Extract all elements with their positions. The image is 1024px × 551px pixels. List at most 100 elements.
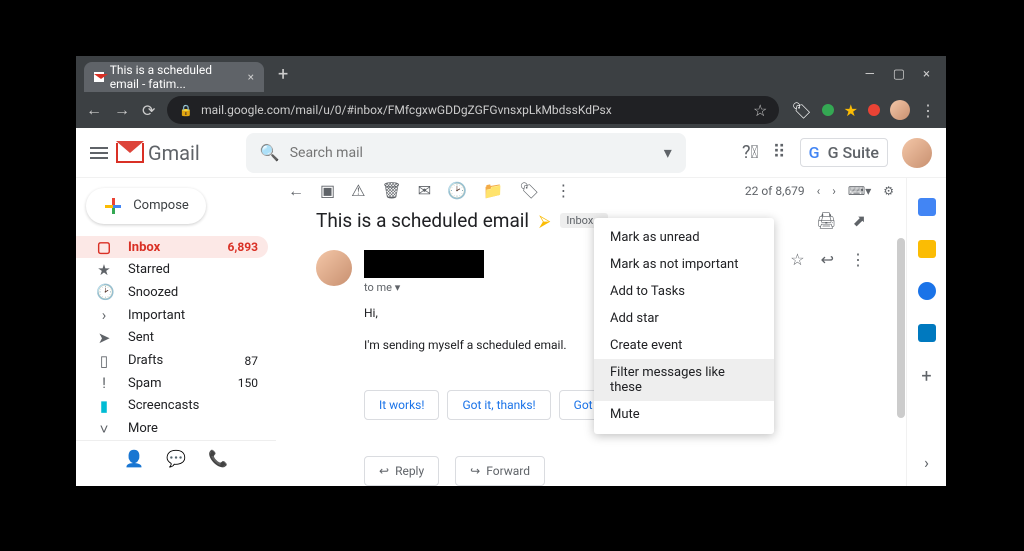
minimize-button[interactable]: — <box>865 67 875 82</box>
menu-mark-not-important[interactable]: Mark as not important <box>594 251 774 278</box>
spam-count: 150 <box>238 376 258 390</box>
menu-filter-messages[interactable]: Filter messages like these <box>594 359 774 401</box>
report-spam-icon[interactable]: ⚠ <box>351 181 365 200</box>
window-controls: — ▢ × <box>865 67 938 82</box>
important-marker-icon[interactable]: ⮚ <box>539 211 550 231</box>
bookmark-star-icon[interactable]: ☆ <box>753 101 767 120</box>
calendar-addon-icon[interactable] <box>918 198 936 216</box>
gmail-logo[interactable]: Gmail <box>116 141 200 165</box>
tab-bar: This is a scheduled email - fatim... × +… <box>76 56 946 92</box>
sidebar-item-important[interactable]: › Important <box>76 304 268 327</box>
labels-icon[interactable]: 🏷 <box>519 181 539 200</box>
sidebar-item-screencasts[interactable]: ▮Screencasts <box>76 395 268 418</box>
toolbar: ← ▣ ⚠ 🗑 ✉ 🕑 📁 🏷 ⋮ 22 of 8,679 ‹ <box>276 178 906 203</box>
back-to-inbox-icon[interactable]: ← <box>288 181 304 201</box>
move-to-icon[interactable]: 📁 <box>483 181 503 200</box>
sidebar-item-drafts[interactable]: ▯Drafts87 <box>76 349 268 372</box>
sent-icon: ➤ <box>96 329 112 347</box>
ext-star-icon[interactable]: ★ <box>844 101 858 120</box>
input-tools-icon[interactable]: ⌨▾ <box>848 184 871 198</box>
back-button[interactable]: ← <box>86 100 102 120</box>
message-actions: ☆ ↩ ⋮ <box>790 250 866 269</box>
app-body: Compose ▢Inbox6,893 ★Starred 🕑Snoozed ›I… <box>76 178 946 486</box>
url-field[interactable]: 🔒 mail.google.com/mail/u/0/#inbox/FMfcgx… <box>167 96 779 124</box>
apps-grid-icon[interactable]: ⠿ <box>772 142 785 163</box>
menu-add-tasks[interactable]: Add to Tasks <box>594 278 774 305</box>
gmail-logo-text: Gmail <box>148 141 200 165</box>
sidebar-item-sent[interactable]: ➤Sent <box>76 326 268 349</box>
reload-button[interactable]: ⟳ <box>142 101 155 120</box>
tab-close-icon[interactable]: × <box>248 70 254 84</box>
ext-red-icon[interactable] <box>868 104 880 116</box>
menu-add-star[interactable]: Add star <box>594 305 774 332</box>
main-menu-button[interactable] <box>90 147 108 159</box>
compose-button[interactable]: Compose <box>86 188 206 224</box>
phone-icon[interactable]: 📞 <box>208 449 228 468</box>
delete-icon[interactable]: 🗑 <box>381 181 401 200</box>
keep-addon-icon[interactable] <box>918 240 936 258</box>
browser-tab[interactable]: This is a scheduled email - fatim... × <box>84 62 264 92</box>
gsuite-text: G Suite <box>828 143 879 162</box>
important-label: Important <box>128 308 185 323</box>
important-icon: › <box>96 306 112 324</box>
inbox-label: Inbox <box>128 240 160 255</box>
smart-reply-2[interactable]: Got it, thanks! <box>447 390 550 420</box>
gmail-favicon <box>94 72 104 82</box>
next-page-icon[interactable]: › <box>832 184 836 198</box>
hangouts-icon[interactable]: 💬 <box>166 449 186 468</box>
reply-icon[interactable]: ↩ <box>821 250 834 269</box>
star-message-icon[interactable]: ☆ <box>790 250 804 269</box>
sidebar-item-inbox[interactable]: ▢Inbox6,893 <box>76 236 268 259</box>
lock-icon: 🔒 <box>179 104 193 117</box>
subject-actions: 🖨 ⬈ <box>816 211 866 230</box>
sidebar-item-more[interactable]: ˅More <box>76 417 268 440</box>
tasks-addon-icon[interactable] <box>918 282 936 300</box>
reply-forward-row: ↩Reply ↪Forward <box>364 442 866 486</box>
sidebar-item-snoozed[interactable]: 🕑Snoozed <box>76 281 268 304</box>
mark-unread-icon[interactable]: ✉ <box>418 181 431 200</box>
inbox-icon: ▢ <box>96 238 112 256</box>
message-area: This is a scheduled email ⮚ Inbox × 🖨 ⬈ … <box>276 203 906 486</box>
contacts-icon[interactable]: 👤 <box>124 449 144 468</box>
search-icon: 🔍 <box>260 143 280 162</box>
side-panel-toggle-icon[interactable]: › <box>924 453 929 486</box>
app-header: Gmail 🔍 ▾ ?⃝ ⠿ G G Suite <box>76 128 946 178</box>
more-actions-icon[interactable]: ⋮ <box>555 181 571 200</box>
reply-button[interactable]: ↩Reply <box>364 456 439 486</box>
browser-menu-icon[interactable]: ⋮ <box>920 101 936 120</box>
ext-tag-icon[interactable]: 🏷 <box>791 101 811 120</box>
menu-create-event[interactable]: Create event <box>594 332 774 359</box>
profile-avatar[interactable] <box>890 100 910 120</box>
sidebar-item-spam[interactable]: !Spam150 <box>76 372 268 395</box>
sidebar-item-starred[interactable]: ★Starred <box>76 258 268 281</box>
open-new-window-icon[interactable]: ⬈ <box>853 211 866 230</box>
account-avatar[interactable] <box>902 138 932 168</box>
settings-icon[interactable]: ⚙ <box>883 184 894 198</box>
scrollbar[interactable] <box>897 238 905 418</box>
snooze-icon[interactable]: 🕑 <box>447 181 467 200</box>
gsuite-badge[interactable]: G G Suite <box>800 138 888 167</box>
forward-button[interactable]: → <box>114 100 130 120</box>
smart-reply-1[interactable]: It works! <box>364 390 439 420</box>
new-tab-button[interactable]: + <box>278 64 288 85</box>
trello-addon-icon[interactable] <box>918 324 936 342</box>
help-icon[interactable]: ?⃝ <box>742 142 759 163</box>
sender-name-redacted <box>364 250 484 278</box>
search-box[interactable]: 🔍 ▾ <box>246 133 686 173</box>
ext-green-icon[interactable] <box>822 104 834 116</box>
sidebar: Compose ▢Inbox6,893 ★Starred 🕑Snoozed ›I… <box>76 178 276 486</box>
prev-page-icon[interactable]: ‹ <box>817 184 821 198</box>
archive-icon[interactable]: ▣ <box>320 181 335 200</box>
add-addon-icon[interactable]: + <box>921 366 931 387</box>
maximize-button[interactable]: ▢ <box>893 67 905 82</box>
forward-button[interactable]: ↪Forward <box>455 456 545 486</box>
close-button[interactable]: × <box>923 67 930 82</box>
search-input[interactable] <box>290 145 664 161</box>
browser-window: This is a scheduled email - fatim... × +… <box>76 56 946 486</box>
search-options-icon[interactable]: ▾ <box>664 143 672 162</box>
message-more-icon[interactable]: ⋮ <box>850 250 866 269</box>
print-icon[interactable]: 🖨 <box>816 211 836 230</box>
menu-mark-unread[interactable]: Mark as unread <box>594 224 774 251</box>
starred-label: Starred <box>128 262 170 277</box>
menu-mute[interactable]: Mute <box>594 401 774 428</box>
